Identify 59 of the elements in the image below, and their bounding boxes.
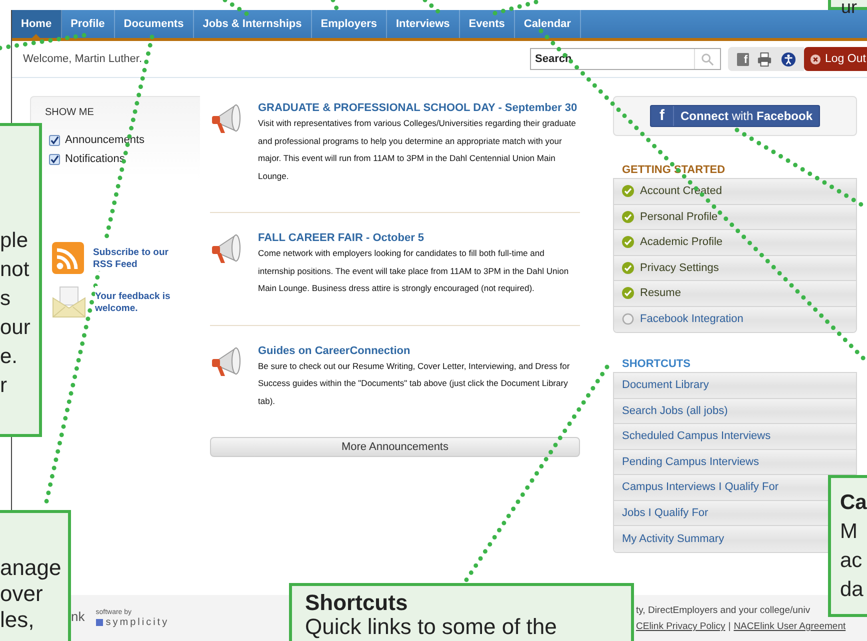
separator: | bbox=[728, 621, 731, 632]
checklist-item: Personal Profile bbox=[640, 210, 718, 223]
nav-tab[interactable]: Home bbox=[12, 10, 62, 38]
callout-text: M bbox=[840, 519, 858, 545]
panel-title: SHOW ME bbox=[45, 107, 95, 118]
footer-link[interactable]: CElink Privacy Policy bbox=[636, 621, 726, 632]
square-icon bbox=[96, 619, 103, 626]
announcement-text: Come network with employers looking for candidates to fill both full-time and internship positions. The event will take place from 11AM to 3PM in the Dahl Union Main Lounge. Business dress attire is strongly encouraged (not required). bbox=[258, 247, 570, 295]
announcement-text: Visit with representatives from various Colleges/Universities regarding their graduate and professional programs to help you determine an appropriate match with your major. This event will run from 11AM to 3PM in the Dahl Centennial Union Main Lounge. bbox=[258, 117, 577, 183]
checkbox-label: Announcements bbox=[65, 134, 144, 146]
nav-tab[interactable]: Profile bbox=[62, 10, 115, 38]
close-icon bbox=[810, 54, 821, 64]
callout-text: Quick links to some of the bbox=[305, 615, 558, 639]
brand-text: symplicity bbox=[106, 617, 170, 628]
callout-text: not bbox=[0, 257, 30, 283]
footer-link[interactable]: NACElink User Agreement bbox=[734, 621, 846, 632]
announcement-title[interactable]: Guides on CareerConnection bbox=[258, 344, 410, 358]
printer-icon[interactable] bbox=[757, 52, 772, 66]
more-announcements-button[interactable]: More Announcements bbox=[210, 437, 580, 457]
facebook-icon[interactable]: f bbox=[736, 52, 748, 66]
nav-tab[interactable]: Employers bbox=[312, 10, 387, 38]
checkbox-label: Notifications bbox=[65, 153, 125, 165]
accessibility-icon[interactable] bbox=[780, 52, 796, 66]
callout-title: Shortcuts bbox=[305, 591, 409, 615]
checklist-item: Academic Profile bbox=[640, 236, 723, 248]
callout-text: ple bbox=[0, 228, 30, 254]
callout-text: over bbox=[0, 581, 44, 607]
checkbox[interactable] bbox=[49, 154, 60, 164]
section-title: SHORTCUTS bbox=[621, 357, 692, 371]
announcement-title[interactable]: FALL CAREER FAIR - October 5 bbox=[258, 231, 424, 245]
shortcut-link[interactable]: Document Library bbox=[622, 379, 709, 392]
callout-title: Ca bbox=[840, 490, 867, 516]
nav-tab[interactable]: Jobs & Internships bbox=[194, 10, 312, 38]
callout-text: anage bbox=[0, 555, 62, 581]
announcement-text: Be sure to check out our Resume Writing, Cover Letter, Interviewing, and Dress for Success guides within the "Documents" tab above (just click the Document Library tab). bbox=[258, 360, 571, 408]
nav-tab[interactable]: Interviews bbox=[386, 10, 460, 38]
footer-text: ty, DirectEmployers and your college/univ bbox=[636, 605, 812, 616]
logo-fragment: nk bbox=[71, 609, 85, 624]
section-title: GETTING STARTED bbox=[621, 163, 726, 177]
callout-text: s bbox=[0, 286, 12, 312]
nav-tab[interactable]: Events bbox=[460, 10, 515, 38]
callout-text: our bbox=[0, 315, 32, 341]
checkbox[interactable] bbox=[49, 134, 60, 146]
checklist-item: Resume bbox=[640, 287, 681, 300]
connect-facebook-button[interactable]: f Connect with Facebook bbox=[650, 105, 820, 127]
callout-text: ur bbox=[841, 2, 858, 12]
shortcut-link[interactable]: Jobs I Qualify For bbox=[622, 506, 708, 519]
callout-text: e. bbox=[0, 344, 19, 370]
callout-text: ac bbox=[840, 548, 864, 574]
leader-line bbox=[222, 0, 250, 16]
nav-tab[interactable]: Documents bbox=[114, 10, 194, 38]
nav-tab[interactable]: Calendar bbox=[514, 10, 581, 38]
announcement-title[interactable]: GRADUATE & PROFESSIONAL SCHOOL DAY - September 30 bbox=[258, 101, 578, 115]
callout-text: les, bbox=[0, 607, 36, 633]
checklist-item: Privacy Settings bbox=[640, 262, 719, 274]
callout-text: r bbox=[0, 373, 8, 399]
callout-text: da bbox=[840, 577, 864, 603]
welcome-text: Welcome, Martin Luther. bbox=[23, 53, 142, 65]
logout-button[interactable]: Log Out bbox=[804, 47, 867, 71]
